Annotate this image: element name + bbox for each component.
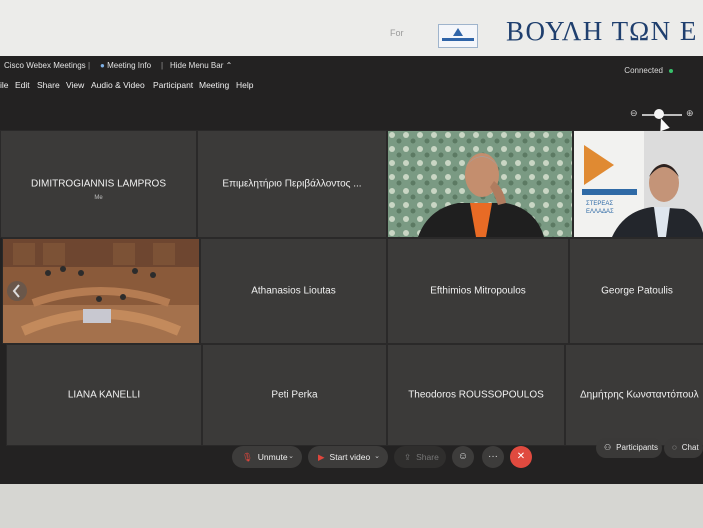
participant-name: DIMITROGIANNIS LAMPROS <box>30 178 166 190</box>
zoom-in-icon[interactable]: ⊕ <box>686 108 694 119</box>
participant-name: LIANA KANELLI <box>67 389 141 401</box>
speaker-video <box>388 131 572 237</box>
emoji-icon: ☺ <box>457 451 469 462</box>
webex-window: Cisco Webex Meetings | ● Meeting Info | … <box>0 56 703 484</box>
meeting-info-button[interactable]: ● Meeting Info <box>100 61 151 70</box>
participant-name: Δημήτρης Κωνσταντόπουλ <box>580 389 699 401</box>
parliament-chamber-video <box>3 239 199 343</box>
microphone-icon: 🎙 <box>242 452 253 462</box>
for-label: For <box>390 28 404 38</box>
participant-name: Peti Perka <box>271 389 318 401</box>
people-icon: ⚇ <box>604 443 612 452</box>
participants-button[interactable]: ⚇ Participants <box>596 438 662 458</box>
video-grid: DIMITROGIANNIS LAMPROS Me Επιμελητήριο Π… <box>0 130 703 450</box>
self-label: Me <box>94 194 103 201</box>
connection-status: Connected <box>624 66 673 75</box>
close-icon: ✕ <box>516 451 526 462</box>
connected-label: Connected <box>624 66 663 75</box>
participant-video-tile[interactable] <box>387 130 573 238</box>
hide-menu-bar-button[interactable]: Hide Menu Bar ⌃ <box>170 61 232 70</box>
menu-edit[interactable]: Edit <box>15 80 30 90</box>
participant-tile[interactable]: Επιμελητήριο Περιβάλλοντος ... <box>197 130 387 238</box>
status-dot-icon <box>669 68 673 73</box>
participant-name: Efthimios Mitropoulos <box>430 285 526 297</box>
chevron-up-icon: ⌃ <box>225 61 233 70</box>
banner-text: ΕΛΛΑΔΑΣ <box>586 209 614 215</box>
menu-meeting[interactable]: Meeting <box>199 80 229 90</box>
menu-view[interactable]: View <box>66 80 84 90</box>
chat-icon: ◌ <box>672 443 677 452</box>
participant-video: ΣΤΕΡΕΑΣ ΕΛΛΑΔΑΣ <box>574 131 703 237</box>
unmute-label: Unmute <box>257 452 288 462</box>
participant-name: George Patoulis <box>601 285 673 297</box>
chat-label: Chat <box>681 443 699 452</box>
share-icon: ⇪ <box>404 452 412 462</box>
menu-help[interactable]: Help <box>236 80 253 90</box>
share-button[interactable]: ⇪ Share <box>394 446 446 468</box>
background-above-screen: For ΒΟΥΛΗ ΤΩΝ Ε <box>0 0 703 56</box>
participant-name: Athanasios Lioutas <box>251 285 336 297</box>
emoji-button[interactable]: ☺ <box>452 446 474 468</box>
app-title: Cisco Webex Meetings <box>4 61 86 70</box>
parliament-title: ΒΟΥΛΗ ΤΩΝ Ε <box>506 16 698 46</box>
participant-tile[interactable]: Athanasios Lioutas <box>200 238 387 344</box>
participant-name: Theodoros ROUSSOPOULOS <box>408 389 544 401</box>
hide-menu-bar-label: Hide Menu Bar <box>170 61 224 70</box>
more-icon: ··· <box>488 451 498 462</box>
more-options-button[interactable]: ··· <box>482 446 504 468</box>
zoom-out-icon[interactable]: ⊖ <box>630 108 638 119</box>
participant-video-tile[interactable]: ΣΤΕΡΕΑΣ ΕΛΛΑΔΑΣ <box>573 130 703 238</box>
chevron-down-icon[interactable]: ⌄ <box>288 446 294 468</box>
meeting-info-label: Meeting Info <box>107 61 152 70</box>
leave-meeting-button[interactable]: ✕ <box>510 446 532 468</box>
menu-share[interactable]: Share <box>37 80 60 90</box>
participant-tile[interactable]: DIMITROGIANNIS LAMPROS Me <box>0 130 197 238</box>
start-video-label: Start video <box>329 452 371 462</box>
start-video-button[interactable]: ▶ Start video ⌄ <box>308 446 388 468</box>
unmute-button[interactable]: 🎙 Unmute ⌄ <box>232 446 302 468</box>
title-separator: | <box>161 61 164 70</box>
info-icon: ● <box>100 61 105 70</box>
banner-text: ΣΤΕΡΕΑΣ <box>586 201 613 207</box>
parliament-emblem <box>438 24 478 48</box>
share-label: Share <box>416 452 439 462</box>
control-bar: 🎙 Unmute ⌄ ▶ Start video ⌄ ⇪ Share ☺ ··· ✕ ⚇ P… <box>0 428 703 484</box>
title-bar: Cisco Webex Meetings | ● Meeting Info | … <box>0 56 703 76</box>
menu-participant[interactable]: Participant <box>153 80 193 90</box>
chevron-down-icon[interactable]: ⌄ <box>374 446 380 468</box>
title-separator: | <box>88 61 91 70</box>
participant-name: Επιμελητήριο Περιβάλλοντος ... <box>222 178 362 190</box>
camera-icon: ▶ <box>318 452 325 462</box>
menu-audio-video[interactable]: Audio & Video <box>91 80 145 90</box>
participant-tile[interactable]: George Patoulis <box>569 238 703 344</box>
chat-button[interactable]: ◌ Chat <box>664 438 703 458</box>
participants-label: Participants <box>616 443 658 452</box>
menu-file[interactable]: ile <box>0 80 9 90</box>
participant-tile[interactable]: Efthimios Mitropoulos <box>387 238 569 344</box>
participant-video-tile[interactable] <box>2 238 200 344</box>
